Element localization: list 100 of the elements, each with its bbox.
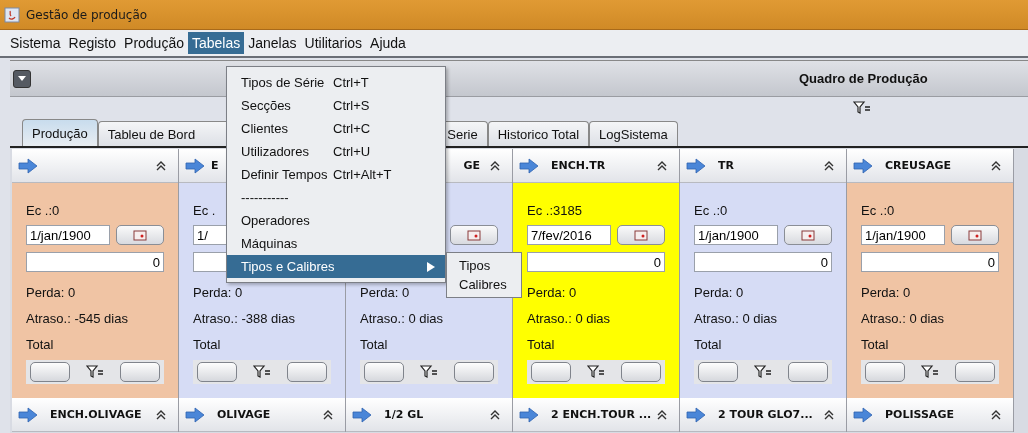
menu-entry[interactable]: Calibres <box>447 275 521 294</box>
menu-entry[interactable]: Definir Tempos Ctrl+Alt+T <box>227 163 445 186</box>
double-chevron-icon <box>824 409 834 420</box>
shortcut-label: Ctrl+Alt+T <box>333 167 392 182</box>
menu-entry[interactable]: Tipos de Série Ctrl+T <box>227 71 445 94</box>
calendar-icon <box>133 229 147 241</box>
card-title: 1/2 GL <box>384 408 424 421</box>
menu-item[interactable]: Produção <box>120 32 188 54</box>
loss-label: Perda: 0 <box>26 285 76 301</box>
double-chevron-icon <box>657 160 667 171</box>
shortcut-label: Ctrl+U <box>333 144 371 159</box>
small-button[interactable] <box>197 362 237 382</box>
arrow-icon <box>185 157 205 174</box>
filter-icon <box>253 365 271 379</box>
menu-entry[interactable]: Tipos <box>447 256 521 275</box>
tab[interactable]: LogSistema <box>589 121 678 146</box>
quantity-field[interactable]: 0 <box>694 252 832 272</box>
calendar-icon <box>467 229 481 241</box>
filter-icon <box>420 365 438 379</box>
menu-item[interactable]: Registo <box>64 32 121 54</box>
app-icon <box>4 6 20 23</box>
quantity-field[interactable]: 0 <box>861 252 999 272</box>
date-field[interactable]: 7/fev/2016 <box>527 225 611 245</box>
calendar-icon <box>801 229 815 241</box>
card-title: TR <box>718 159 734 172</box>
menu-item[interactable]: Tabelas <box>188 32 245 54</box>
double-chevron-icon <box>156 409 166 420</box>
menu-entry[interactable]: Tipos e Calibres <box>227 255 445 278</box>
dropdown-button[interactable] <box>13 69 31 88</box>
card-title: ENCH.TR <box>551 159 606 172</box>
calendar-button[interactable] <box>116 225 164 245</box>
card-title: E <box>211 159 219 172</box>
loss-label: Perda: 0 <box>861 285 911 301</box>
menu-item[interactable]: Sistema <box>6 32 65 54</box>
delay-label: Atraso.: 0 dias <box>861 311 945 327</box>
card-title: GE <box>463 159 480 172</box>
loss-label: Perda: 0 <box>193 285 243 301</box>
small-button[interactable] <box>364 362 404 382</box>
filter-icon <box>754 365 772 379</box>
calendar-button[interactable] <box>784 225 832 245</box>
date-field[interactable]: 1/jan/1900 <box>861 225 945 245</box>
arrow-icon <box>185 406 205 423</box>
menu-item[interactable]: Janelas <box>244 32 301 54</box>
arrow-icon <box>352 406 372 423</box>
shortcut-label: Ctrl+T <box>333 75 369 90</box>
delay-label: Atraso.: -388 dias <box>193 311 295 327</box>
shortcut-label: Ctrl+C <box>333 121 371 136</box>
filter-icon <box>921 365 939 379</box>
quantity-field[interactable]: 0 <box>26 252 164 272</box>
total-label: Total <box>694 337 722 353</box>
tab[interactable]: Historico Total <box>487 121 590 146</box>
arrow-icon <box>519 406 539 423</box>
quantity-field[interactable]: 0 <box>527 252 665 272</box>
caret-icon <box>17 75 27 82</box>
menu-entry[interactable]: Máquinas <box>227 232 445 255</box>
total-label: Total <box>26 337 54 353</box>
small-button[interactable] <box>287 362 327 382</box>
small-button[interactable] <box>120 362 160 382</box>
small-button[interactable] <box>454 362 494 382</box>
delay-label: Atraso.: -545 dias <box>26 311 128 327</box>
menu-entry[interactable]: ----------- <box>227 186 445 209</box>
calendar-button[interactable] <box>450 225 498 245</box>
small-button[interactable] <box>865 362 905 382</box>
arrow-icon <box>18 157 38 174</box>
menu-entry[interactable]: Secções Ctrl+S <box>227 94 445 117</box>
date-field[interactable]: 1/jan/1900 <box>694 225 778 245</box>
calendar-button[interactable] <box>617 225 665 245</box>
double-chevron-icon <box>156 160 166 171</box>
small-button[interactable] <box>621 362 661 382</box>
small-button[interactable] <box>955 362 995 382</box>
date-field[interactable]: 1/jan/1900 <box>26 225 110 245</box>
double-chevron-icon <box>991 160 1001 171</box>
card-title: 2 TOUR GLO7... <box>718 408 813 421</box>
small-button[interactable] <box>30 362 70 382</box>
count-label: Ec .:0 <box>26 203 60 219</box>
calendar-icon <box>968 229 982 241</box>
double-chevron-icon <box>991 409 1001 420</box>
calendar-button[interactable] <box>951 225 999 245</box>
loss-label: Perda: 0 <box>527 285 577 301</box>
card-title: OLIVAGE <box>217 408 271 421</box>
small-button[interactable] <box>531 362 571 382</box>
small-button[interactable] <box>698 362 738 382</box>
total-label: Total <box>193 337 221 353</box>
arrow-icon <box>519 157 539 174</box>
card-title: CREUSAGE <box>885 159 951 172</box>
total-label: Total <box>360 337 388 353</box>
count-label: Ec .:3185 <box>527 203 582 219</box>
menu-item[interactable]: Utilitarios <box>300 32 367 54</box>
card-title: 2 ENCH.TOUR ... <box>551 408 652 421</box>
small-button[interactable] <box>788 362 828 382</box>
loss-label: Perda: 0 <box>360 285 410 301</box>
menu-item[interactable]: Ajuda <box>366 32 410 54</box>
double-chevron-icon <box>657 409 667 420</box>
tab[interactable]: Produção <box>22 119 98 146</box>
menu-entry[interactable]: Operadores <box>227 209 445 232</box>
window-title: Gestão de produção <box>26 7 148 22</box>
filter-icon <box>587 365 605 379</box>
arrow-icon <box>18 406 38 423</box>
filter-icon <box>853 100 871 115</box>
double-chevron-icon <box>323 409 333 420</box>
